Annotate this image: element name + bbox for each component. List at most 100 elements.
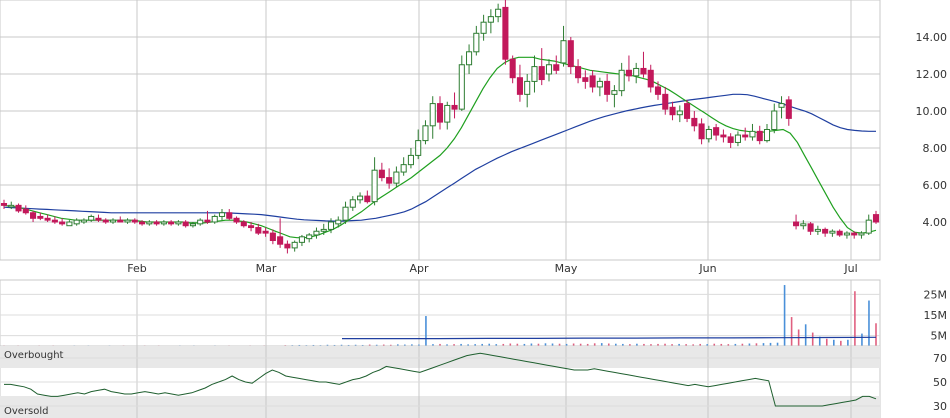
- candle-body-down: [575, 66, 582, 79]
- candle-body-down: [284, 243, 291, 249]
- candle-body-down: [684, 103, 691, 119]
- candle-body-up: [858, 232, 865, 236]
- candle-body-up: [596, 80, 603, 88]
- candle-body-down: [785, 99, 792, 119]
- candle-body-up: [705, 129, 712, 140]
- y-tick-label: 14.00: [916, 31, 948, 44]
- candle-body-down: [139, 221, 146, 225]
- candle: [684, 99, 691, 123]
- volume-bar: [847, 339, 849, 346]
- oscillator-y-tick-label: 30: [933, 400, 947, 413]
- candle-body-down: [0, 203, 8, 206]
- candle-body-up: [800, 223, 807, 227]
- candle-body-up: [487, 16, 494, 23]
- candle-body-down: [451, 104, 458, 110]
- candle-body-up: [429, 103, 436, 127]
- candle-body-up: [763, 129, 771, 142]
- volume-bar: [783, 285, 786, 346]
- candle-body-down: [226, 212, 233, 219]
- candle-body-down: [37, 215, 44, 219]
- candle-body-up: [306, 234, 313, 240]
- candle-body-up: [400, 164, 407, 173]
- candle-body-down: [59, 221, 66, 225]
- candle-body-up: [146, 221, 153, 225]
- candle-body-up: [676, 110, 683, 116]
- candle-body-up: [618, 69, 625, 92]
- volume-bar: [840, 340, 842, 346]
- candle-body-down: [131, 219, 138, 223]
- x-tick-label: Apr: [409, 262, 429, 275]
- x-tick-label: Jun: [698, 262, 716, 275]
- candle-body-down: [51, 219, 58, 223]
- candle-body-up: [218, 212, 226, 217]
- candle-body-down: [386, 177, 393, 184]
- volume-bar: [825, 338, 828, 346]
- candle-body-up: [109, 219, 117, 223]
- oversold-label: Oversold: [4, 406, 49, 417]
- candle-body-up: [407, 154, 414, 166]
- candle-body-down: [502, 6, 509, 60]
- candle-body-down: [538, 66, 545, 81]
- candle-body-up: [73, 219, 80, 225]
- candle-body-up: [771, 110, 778, 130]
- candle-body-down: [669, 106, 676, 116]
- volume-y-tick-label: 5M: [931, 330, 948, 343]
- candle-body-up: [327, 221, 335, 230]
- candle-body-up: [458, 64, 465, 110]
- candle-body-up: [444, 104, 451, 123]
- oscillator-y-axis: 70 50 30: [933, 352, 947, 413]
- candle-body-up: [633, 67, 640, 77]
- candle: [502, 0, 509, 65]
- candle-body-up: [66, 221, 73, 227]
- candle-body-down: [698, 123, 705, 140]
- candle-body-down: [248, 225, 255, 229]
- price-y-axis: 4.00 6.00 8.00 10.00 12.00 14.00: [916, 31, 948, 229]
- candle-body-down: [153, 221, 160, 225]
- candle-body-up: [211, 215, 218, 223]
- candle-body-down: [269, 232, 276, 242]
- candle-body-down: [240, 221, 247, 227]
- candle: [211, 214, 218, 224]
- candle-body-down: [589, 75, 596, 88]
- candle-body-down: [625, 69, 632, 77]
- candle-body-up: [611, 90, 618, 95]
- candle-body-up: [495, 8, 502, 18]
- candle-body-up: [865, 219, 872, 234]
- candle-body-up: [814, 228, 821, 232]
- candle-body-down: [640, 67, 647, 75]
- candle-body-down: [654, 86, 662, 95]
- volume-y-axis: 5M 15M 25M: [924, 288, 948, 342]
- candle-body-down: [30, 212, 37, 219]
- candle-body-up: [466, 51, 473, 66]
- candle-body-up: [349, 199, 356, 208]
- candle-body-down: [691, 117, 698, 127]
- candle-body-down: [277, 236, 284, 245]
- candle-body-down: [793, 221, 800, 227]
- candle-body-up: [843, 232, 850, 236]
- volume-bar: [790, 317, 793, 346]
- candle-body-up: [393, 171, 400, 184]
- volume-y-tick-label: 25M: [924, 288, 948, 301]
- volume-y-tick-label: 15M: [924, 309, 948, 322]
- candle-body-up: [8, 204, 15, 208]
- candle-body-up: [175, 221, 182, 225]
- candle-body-up: [778, 103, 785, 108]
- candle-body-down: [727, 136, 734, 143]
- volume-bar: [868, 300, 870, 346]
- stock-chart: 4.00 6.00 8.00 10.00 12.00 14.00 Feb Mar Apr May…: [0, 0, 948, 418]
- y-tick-label: 10.00: [916, 105, 948, 118]
- candle-body-up: [749, 130, 756, 138]
- candle-body-down: [647, 69, 654, 88]
- oscillator-panel: 70 50 30 Overbought Oversold: [0, 345, 947, 418]
- candle-body-down: [22, 208, 29, 214]
- candle-body-down: [15, 204, 22, 212]
- y-tick-label: 4.00: [923, 216, 948, 229]
- volume-bar: [833, 339, 835, 346]
- candle-body-down: [516, 77, 523, 95]
- candle-body-up: [560, 40, 567, 64]
- candle-body-down: [102, 219, 109, 223]
- candle-body-down: [822, 228, 829, 234]
- candle-body-up: [291, 241, 298, 249]
- candle-body-down: [204, 219, 211, 223]
- candle-body-up: [545, 64, 553, 75]
